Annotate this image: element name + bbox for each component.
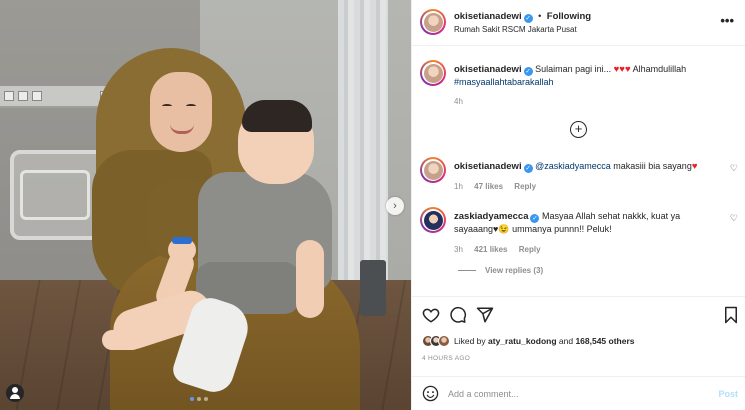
- caption-text-after: Alhamdulillah: [630, 64, 687, 74]
- comment-time[interactable]: 1h: [454, 182, 463, 191]
- photo-chair: [360, 260, 386, 316]
- like-heart-icon[interactable]: [422, 306, 440, 324]
- carousel-dot: [204, 397, 208, 401]
- comment-text-block: okisetianadewi ✓ @zaskiadyamecca makasiii…: [454, 160, 724, 173]
- avatar-ring: [422, 11, 444, 33]
- verified-badge-icon: ✓: [523, 164, 533, 173]
- photo-curtain: [338, 0, 388, 300]
- verified-badge-icon: ✓: [523, 14, 533, 23]
- carousel-dot: [190, 397, 194, 401]
- photo-baby-hair: [242, 100, 312, 132]
- photo-mother-face: [150, 72, 212, 152]
- avatar-ring: [422, 62, 444, 84]
- comment-username[interactable]: okisetianadewi: [454, 161, 522, 172]
- likes-mid: and: [556, 336, 576, 346]
- photo-hospital-band: [172, 237, 192, 244]
- comment-like-heart-icon[interactable]: ♡: [730, 163, 738, 174]
- author-username[interactable]: okisetianadewi: [454, 11, 522, 22]
- header-name-row: okisetianadewi ✓ • Following: [454, 11, 591, 23]
- share-send-icon[interactable]: [476, 306, 494, 324]
- caption-text-block: okisetianadewi ✓ Sulaiman pagi ini... ♥♥♥…: [454, 63, 724, 89]
- view-replies-button[interactable]: View replies (3): [458, 266, 543, 275]
- author-avatar[interactable]: [420, 9, 446, 35]
- photo-outlet: [32, 91, 42, 101]
- comment-likes[interactable]: 421 likes: [474, 245, 507, 254]
- carousel-dot: [197, 397, 201, 401]
- caption-meta: 4h: [454, 97, 472, 106]
- verified-badge-icon: ✓: [530, 214, 540, 223]
- carousel-indicator: [190, 397, 208, 401]
- bookmark-save-icon[interactable]: [722, 306, 740, 324]
- avatar-ring: [422, 209, 444, 231]
- comment-meta: 3h 421 likes Reply: [454, 245, 550, 254]
- post-photo[interactable]: ›: [0, 0, 411, 410]
- likes-count[interactable]: 168,545 others: [575, 336, 634, 346]
- likes-prefix: Liked by: [454, 336, 489, 346]
- post-sidebar: okisetianadewi ✓ • Following Rumah Sakit …: [411, 0, 745, 410]
- comment-bubble-icon[interactable]: [449, 306, 467, 324]
- comment-username[interactable]: zaskiadyamecca: [454, 211, 528, 222]
- comment-avatar[interactable]: [420, 207, 446, 233]
- likes-summary: Liked by aty_ratu_kodong and 168,545 oth…: [422, 335, 635, 347]
- likes-text: Liked by aty_ratu_kodong and 168,545 oth…: [454, 336, 635, 346]
- comments-list[interactable]: okisetianadewi ✓ Sulaiman pagi ini... ♥♥♥…: [412, 46, 745, 296]
- post-comment-button[interactable]: Post: [718, 389, 738, 399]
- comment-mention[interactable]: @zaskiadyamecca: [535, 161, 611, 171]
- comment-input[interactable]: [448, 385, 698, 403]
- tagged-users-button[interactable]: [6, 384, 24, 402]
- post-header: okisetianadewi ✓ • Following Rumah Sakit …: [412, 0, 745, 46]
- caption-time[interactable]: 4h: [454, 97, 463, 106]
- comment-time[interactable]: 3h: [454, 245, 463, 254]
- liker-avatar: [438, 335, 450, 347]
- comment-meta: 1h 47 likes Reply: [454, 182, 545, 191]
- more-options-icon[interactable]: •••: [720, 13, 734, 28]
- view-replies-label: View replies (3): [485, 266, 544, 275]
- photo-eye: [186, 104, 196, 108]
- post-location[interactable]: Rumah Sakit RSCM Jakarta Pusat: [454, 25, 577, 34]
- photo-eye: [162, 104, 172, 108]
- photo-outlet: [4, 91, 14, 101]
- comment-avatar[interactable]: [420, 157, 446, 183]
- caption-avatar[interactable]: [420, 60, 446, 86]
- avatar-ring: [422, 159, 444, 181]
- user-icon-body: [10, 394, 20, 399]
- comment-composer: Post: [412, 376, 745, 410]
- liker-username[interactable]: aty_ratu_kodong: [488, 336, 557, 346]
- user-icon: [12, 387, 18, 393]
- avatar-image: [423, 12, 443, 32]
- post-timestamp[interactable]: 4 HOURS AGO: [422, 355, 470, 362]
- comment-likes[interactable]: 47 likes: [474, 182, 503, 191]
- caption-hashtag[interactable]: #masyaallahtabarakallah: [454, 77, 554, 87]
- post-actions: Liked by aty_ratu_kodong and 168,545 oth…: [412, 296, 745, 370]
- caption-text: Sulaiman pagi ini...: [535, 64, 614, 74]
- emoji-smiley-icon[interactable]: [422, 385, 439, 402]
- reply-button[interactable]: Reply: [514, 182, 536, 191]
- photo-baby-arm: [296, 240, 324, 318]
- avatar-image: [423, 210, 443, 230]
- photo-bed-rail: [20, 170, 90, 220]
- following-button[interactable]: Following: [547, 11, 591, 22]
- reply-button[interactable]: Reply: [519, 245, 541, 254]
- photo-baby-foot: [102, 330, 142, 350]
- carousel-next-button[interactable]: ›: [386, 197, 404, 215]
- chevron-right-icon: ›: [393, 200, 397, 212]
- heart-emoji-icon: ♥: [691, 161, 698, 172]
- caption-username[interactable]: okisetianadewi: [454, 64, 522, 75]
- comment-text: makasiii bia sayang: [610, 161, 692, 171]
- avatar-image: [423, 63, 443, 83]
- load-more-comments-icon[interactable]: +: [570, 121, 587, 138]
- avatar-image: [423, 160, 443, 180]
- heart-emoji-icon: ♥♥♥: [613, 64, 631, 75]
- verified-badge-icon: ✓: [523, 67, 533, 76]
- comment-text-block: zaskiadyamecca ✓ Masyaa Allah sehat nakkk…: [454, 210, 724, 236]
- replies-divider: [458, 270, 476, 272]
- comment-like-heart-icon[interactable]: ♡: [730, 213, 738, 224]
- photo-outlet: [18, 91, 28, 101]
- header-separator: •: [538, 11, 542, 21]
